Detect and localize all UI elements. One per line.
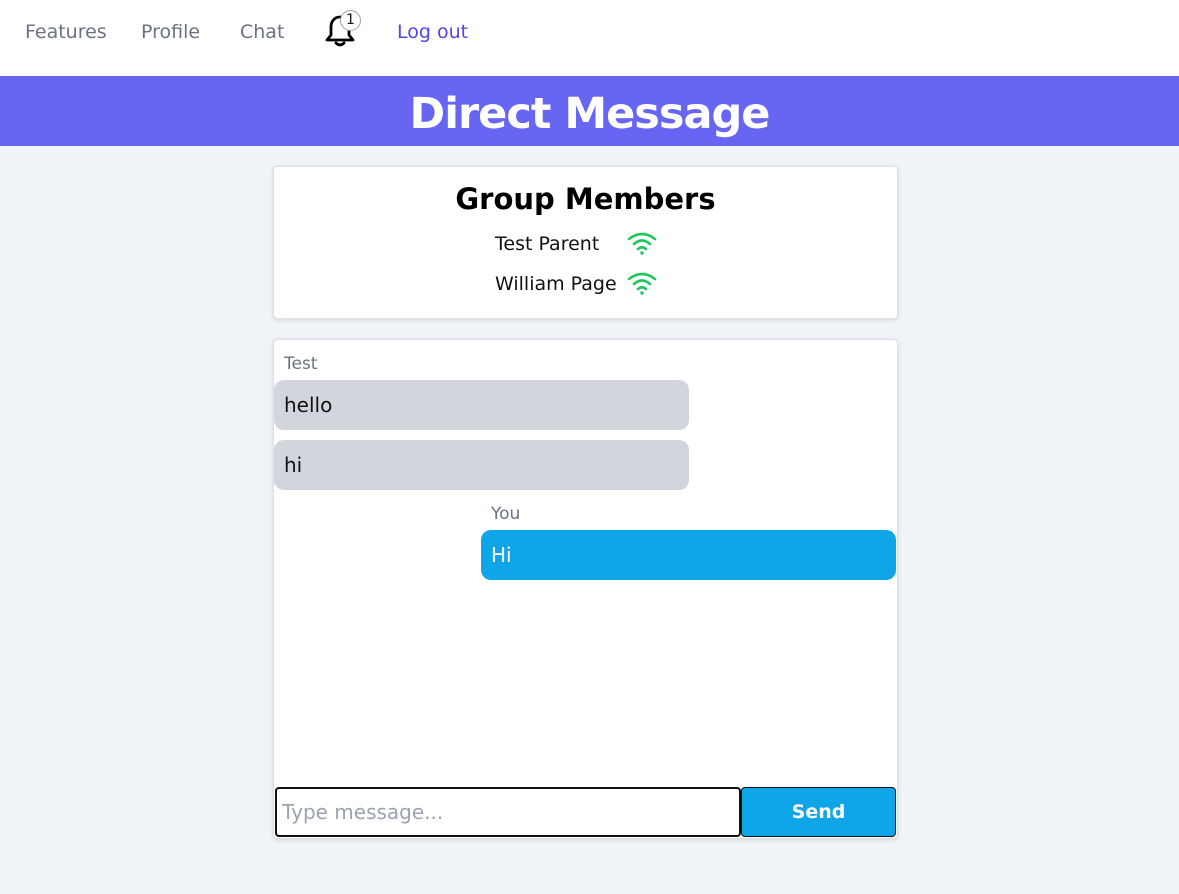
nav-link-features[interactable]: Features: [25, 20, 107, 44]
logout-link[interactable]: Log out: [397, 20, 468, 44]
send-button[interactable]: Send: [741, 787, 896, 837]
nav-link-chat[interactable]: Chat: [240, 20, 284, 44]
notification-badge: 1: [340, 10, 361, 31]
group-members-card: Group Members Test Parent William Page: [273, 166, 898, 319]
page-title: Direct Message: [409, 89, 771, 139]
incoming-message-bubble: hello: [274, 380, 689, 430]
nav-link-profile[interactable]: Profile: [141, 20, 200, 44]
wifi-icon: [627, 272, 657, 295]
message-sender-name: Test: [284, 354, 318, 374]
member-name: Test Parent: [495, 233, 600, 255]
wifi-icon: [627, 232, 657, 255]
member-row: Test Parent: [495, 229, 695, 259]
member-name: William Page: [495, 273, 617, 295]
page-banner: Direct Message: [0, 76, 1179, 146]
message-sender-name: You: [491, 504, 521, 524]
chat-panel: Test hello hi You Hi Send: [273, 339, 898, 839]
top-navigation: Features Profile Chat 1 Log out: [0, 0, 1179, 76]
member-row: William Page: [495, 269, 695, 299]
group-members-title: Group Members: [455, 182, 716, 216]
message-input[interactable]: [275, 787, 741, 837]
outgoing-message-bubble: Hi: [481, 530, 896, 580]
incoming-message-bubble: hi: [274, 440, 689, 490]
